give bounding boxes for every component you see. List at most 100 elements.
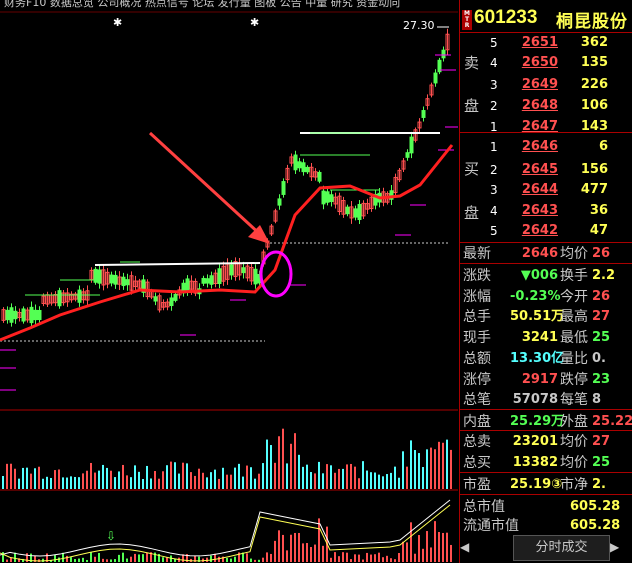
macd-bar (250, 558, 252, 562)
buy-price[interactable]: 2645 (508, 160, 558, 180)
macd-bar (78, 558, 80, 562)
volume-bar (98, 470, 100, 489)
buy-price[interactable]: 2646 (508, 137, 558, 157)
volume-bar (382, 476, 384, 489)
volume-bar (266, 439, 268, 489)
volume-bar (230, 474, 232, 489)
quote-label: 外盘 (560, 414, 588, 430)
volume-bar (58, 469, 60, 489)
quote-label: 市盈 (463, 477, 491, 493)
macd-signal-arrow: ⇩ (106, 529, 116, 543)
candle-body (441, 49, 446, 59)
volume-bar (22, 467, 24, 489)
volume-bar (74, 476, 76, 489)
macd-bar (434, 521, 436, 562)
quote-value: 50.51万 (510, 309, 565, 324)
macd-bar (62, 552, 64, 562)
macd-bar (286, 550, 288, 562)
quote-value: ▼006 (520, 268, 558, 283)
orderbook-sell-row[interactable]: 4 2650 135 (460, 53, 632, 73)
candle-body (229, 264, 234, 276)
quote-label: 内盘 (463, 414, 491, 430)
macd-bar (318, 518, 320, 562)
quote-label: 总手 (463, 309, 491, 325)
volume-bar (438, 441, 440, 489)
orderbook-sell-row[interactable]: 2 2648 106 (460, 96, 632, 116)
next-tab-icon[interactable]: ▶ (610, 540, 622, 554)
candle-body (421, 110, 426, 118)
candle-body (357, 203, 362, 221)
volume-bar (410, 440, 412, 489)
macd-bar (278, 530, 280, 562)
volume-bar (434, 449, 436, 489)
volume-bar (294, 433, 296, 489)
sell-price[interactable]: 2649 (508, 75, 558, 95)
buy-price[interactable]: 2644 (508, 180, 558, 200)
orderbook-buy-row[interactable]: 1 2646 6 (460, 137, 632, 157)
volume-bar (118, 471, 120, 489)
orderbook-buy-row[interactable]: 3 2644 477 (460, 180, 632, 200)
volume-bar (338, 468, 340, 489)
buy-price[interactable]: 2642 (508, 221, 558, 241)
volume-bar (42, 478, 44, 489)
tab-tick-trades[interactable]: 分时成交 (513, 535, 610, 561)
macd-bar (14, 552, 16, 562)
macd-bar (362, 559, 364, 562)
sell-price[interactable]: 2648 (508, 96, 558, 116)
volume-bar (218, 478, 220, 489)
macd-bar (102, 558, 104, 562)
volume-bar (54, 470, 56, 489)
volume-bar (206, 477, 208, 489)
quote-row: 总买 13382 均价 25 (460, 453, 632, 473)
macd-bar (94, 556, 96, 562)
orderbook-buy-row[interactable]: 2 2645 156 (460, 160, 632, 180)
level-label: 1 (490, 120, 498, 134)
quote-label: 最新 (463, 246, 491, 262)
quote-value: 27 (592, 309, 611, 324)
kline-chart-area[interactable]: 财务F10 数据总览 公司概况 热点信号 论坛 发行量 图板 公告 中量 研究 … (0, 0, 458, 563)
volume-bar (370, 472, 372, 489)
candle-body (109, 274, 114, 284)
macd-bar (382, 557, 384, 562)
buy-price[interactable]: 2643 (508, 201, 558, 221)
quote-label: 换手 (560, 268, 588, 284)
orderbook-sell-row[interactable]: 5 2651 362 (460, 33, 632, 53)
quote-value: 26 (592, 289, 611, 304)
macd-bar (242, 552, 244, 562)
mtr-badge[interactable]: M T R (462, 10, 472, 30)
macd-bar (74, 559, 76, 562)
orderbook-sell-row[interactable]: 1 2647 143 (460, 117, 632, 137)
quote-row: 涨跌 ▼006 换手 2.2 (460, 266, 632, 286)
volume-bar (418, 453, 420, 489)
quote-label: 最低 (560, 330, 588, 346)
prev-tab-icon[interactable]: ◀ (460, 540, 472, 554)
kline-chart[interactable]: 财务F10 数据总览 公司概况 热点信号 论坛 发行量 图板 公告 中量 研究 … (0, 0, 458, 563)
macd-bar (422, 548, 424, 562)
candle-body (169, 297, 174, 307)
orderbook-buy-row[interactable]: 4 2643 36 (460, 201, 632, 221)
volume-bar (114, 477, 116, 489)
volume-bar (214, 469, 216, 489)
volume-bar (66, 477, 68, 489)
macd-bar (138, 554, 140, 562)
volume-bar (238, 463, 240, 489)
orderbook-buy-row[interactable]: 5 2642 47 (460, 221, 632, 241)
volume-bar (82, 473, 84, 489)
macd-bar (390, 558, 392, 562)
macd-bar (66, 555, 68, 562)
divider (460, 494, 632, 495)
volume-bar (18, 478, 20, 489)
orderbook-sell-row[interactable]: 3 2649 226 (460, 75, 632, 95)
volume-bar (290, 443, 292, 489)
volume-bar (162, 471, 164, 489)
macd-bar (346, 552, 348, 562)
volume-bar (398, 477, 400, 489)
sell-price[interactable]: 2647 (508, 117, 558, 137)
sell-price[interactable]: 2650 (508, 53, 558, 73)
volume-bar (314, 473, 316, 489)
macd-bar (350, 559, 352, 562)
level-label: 1 (490, 140, 498, 154)
quote-label: 流通市值 (463, 518, 519, 534)
macd-bar (290, 534, 292, 562)
sell-price[interactable]: 2651 (508, 33, 558, 53)
